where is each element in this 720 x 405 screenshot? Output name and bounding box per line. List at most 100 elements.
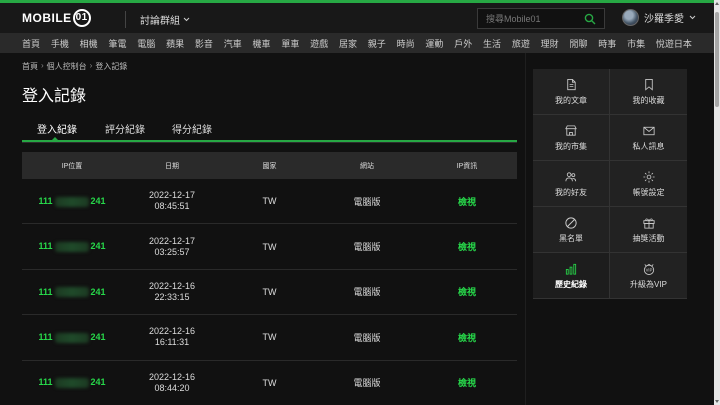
nav-item[interactable]: 運動: [425, 37, 443, 50]
login-date: 2022-12-16: [148, 326, 196, 337]
sidebar-item-vip[interactable]: VIP 升級為VIP: [610, 253, 687, 299]
login-datetime: 2022-12-16 08:44:20: [122, 372, 222, 394]
nav-item[interactable]: 手機: [51, 37, 69, 50]
sidebar-item-gift[interactable]: 抽獎活動: [610, 207, 687, 253]
nav-item[interactable]: 遊戲: [310, 37, 328, 50]
sidebar-item-store[interactable]: 我的市集: [533, 115, 610, 161]
nav-item[interactable]: 時尚: [397, 37, 415, 50]
nav-item[interactable]: 市集: [627, 37, 645, 50]
ip-masked: [54, 196, 89, 207]
view-ip-info-link[interactable]: 檢視: [417, 331, 517, 344]
country: TW: [262, 332, 277, 343]
sidebar-item-gear[interactable]: 帳號設定: [610, 161, 687, 207]
bookmark-icon: [644, 78, 653, 91]
vip-icon: VIP: [643, 263, 654, 275]
nav-item[interactable]: 居家: [339, 37, 357, 50]
sidebar-item-label: 帳號設定: [632, 187, 665, 197]
header-ip: IP位置: [61, 162, 83, 170]
nav-item[interactable]: 單車: [281, 37, 299, 50]
nav-item[interactable]: 首頁: [22, 37, 40, 50]
forum-groups-menu[interactable]: 討論群組: [140, 12, 190, 27]
sidebar-item-friends[interactable]: 我的好友: [533, 161, 610, 207]
view-ip-info-link[interactable]: 檢視: [417, 285, 517, 298]
sidebar-item-label: 私人訊息: [632, 141, 665, 151]
nav-item[interactable]: 相機: [80, 37, 98, 50]
avatar: [622, 9, 639, 26]
ip-suffix: 241: [90, 332, 106, 343]
nav-item[interactable]: 理財: [541, 37, 559, 50]
tab-login-records[interactable]: 登入紀錄: [37, 121, 77, 136]
login-datetime: 2022-12-17 03:25:57: [122, 236, 222, 258]
sidebar-item-history-chart[interactable]: 歷史紀錄: [533, 253, 610, 299]
nav-item[interactable]: 影音: [195, 37, 213, 50]
nav-item[interactable]: 時事: [598, 37, 616, 50]
ip-address: 111 241: [22, 287, 122, 298]
sidebar-item-label: 黑名單: [559, 233, 583, 243]
nav-item[interactable]: 電腦: [137, 37, 155, 50]
sidebar-item-label: 歷史紀錄: [555, 279, 587, 289]
nav-item[interactable]: 筆電: [108, 37, 126, 50]
site-version: 電腦版: [353, 242, 381, 253]
ip-suffix: 241: [90, 241, 106, 252]
ip-address: 111 241: [22, 241, 122, 252]
chevron-down-icon: [689, 15, 696, 20]
sidebar-item-block[interactable]: 黑名單: [533, 207, 610, 253]
mail-icon: [642, 126, 655, 135]
site-version: 電腦版: [353, 332, 381, 343]
table-header: IP位置 日期 國家 網站 IP資訊: [22, 152, 517, 179]
site-logo[interactable]: MOBILE 01: [22, 9, 91, 27]
scroll-up-arrow[interactable]: [715, 2, 719, 5]
header-ip-info: IP資訊: [456, 162, 478, 170]
nav-item[interactable]: 悅遊日本: [656, 37, 692, 50]
table-row: 111 241 2022-12-16 22:33:15 TW 電腦版 檢視: [22, 270, 517, 316]
nav-item[interactable]: 生活: [483, 37, 501, 50]
nav-item[interactable]: 旅遊: [512, 37, 530, 50]
breadcrumb-dashboard[interactable]: 個人控制台: [47, 61, 87, 72]
table-body: 111 241 2022-12-17 08:45:51 TW 電腦版 檢視 111 241 202…: [22, 179, 517, 405]
scroll-down-arrow[interactable]: [715, 400, 719, 403]
user-menu[interactable]: 沙羅季愛: [622, 9, 696, 26]
ip-suffix: 241: [90, 286, 106, 297]
search-box: [477, 8, 605, 29]
page-scrollbar[interactable]: [714, 0, 720, 405]
sidebar-item-mail[interactable]: 私人訊息: [610, 115, 687, 161]
sidebar-item-label: 抽獎活動: [632, 233, 665, 243]
nav-item[interactable]: 親子: [368, 37, 386, 50]
ip-prefix: 111: [38, 332, 53, 343]
sidebar-item-document[interactable]: 我的文章: [533, 69, 610, 115]
tab-rating-records[interactable]: 評分紀錄: [105, 121, 145, 136]
sidebar-item-bookmark[interactable]: 我的收藏: [610, 69, 687, 115]
nav-item[interactable]: 戶外: [454, 37, 472, 50]
search-icon[interactable]: [584, 13, 596, 25]
header-date: 日期: [165, 162, 179, 170]
nav-item[interactable]: 機車: [253, 37, 271, 50]
document-icon: [567, 78, 576, 90]
login-datetime: 2022-12-16 22:33:15: [122, 281, 222, 303]
view-ip-info-link[interactable]: 檢視: [417, 195, 517, 208]
breadcrumb-separator: ›: [89, 61, 93, 70]
ip-prefix: 111: [38, 241, 53, 252]
login-time: 22:33:15: [154, 291, 190, 302]
view-ip-info-link[interactable]: 檢視: [417, 376, 517, 389]
scroll-thumb[interactable]: [715, 12, 719, 107]
sidebar-item-label: 我的市集: [555, 141, 587, 151]
account-sidebar: 我的文章 我的收藏我的市集 私人訊息我的好友 帳號設定黑名單 抽獎活動歷史紀錄 VIP 升級…: [533, 69, 687, 299]
nav-item[interactable]: 汽車: [224, 37, 242, 50]
login-date: 2022-12-17: [148, 190, 196, 201]
record-tabs: 登入紀錄 評分紀錄 得分紀錄: [22, 119, 517, 143]
username: 沙羅季愛: [644, 14, 684, 25]
nav-item[interactable]: 閒聊: [569, 37, 587, 50]
tab-underline: [22, 140, 517, 142]
view-ip-info-link[interactable]: 檢視: [417, 240, 517, 253]
column-divider: [525, 53, 526, 405]
search-input[interactable]: [478, 13, 578, 24]
tab-score-records[interactable]: 得分紀錄: [172, 121, 212, 136]
breadcrumb-home[interactable]: 首頁: [22, 61, 38, 72]
nav-item[interactable]: 蘋果: [166, 37, 184, 50]
login-time: 16:11:31: [154, 337, 190, 348]
breadcrumb: 首頁 › 個人控制台 › 登入記錄: [22, 61, 127, 72]
country: TW: [262, 196, 277, 207]
breadcrumb-separator: ›: [41, 61, 44, 70]
site-version: 電腦版: [353, 287, 381, 298]
table-row: 111 241 2022-12-16 08:44:20 TW 電腦版 檢視: [22, 361, 517, 405]
